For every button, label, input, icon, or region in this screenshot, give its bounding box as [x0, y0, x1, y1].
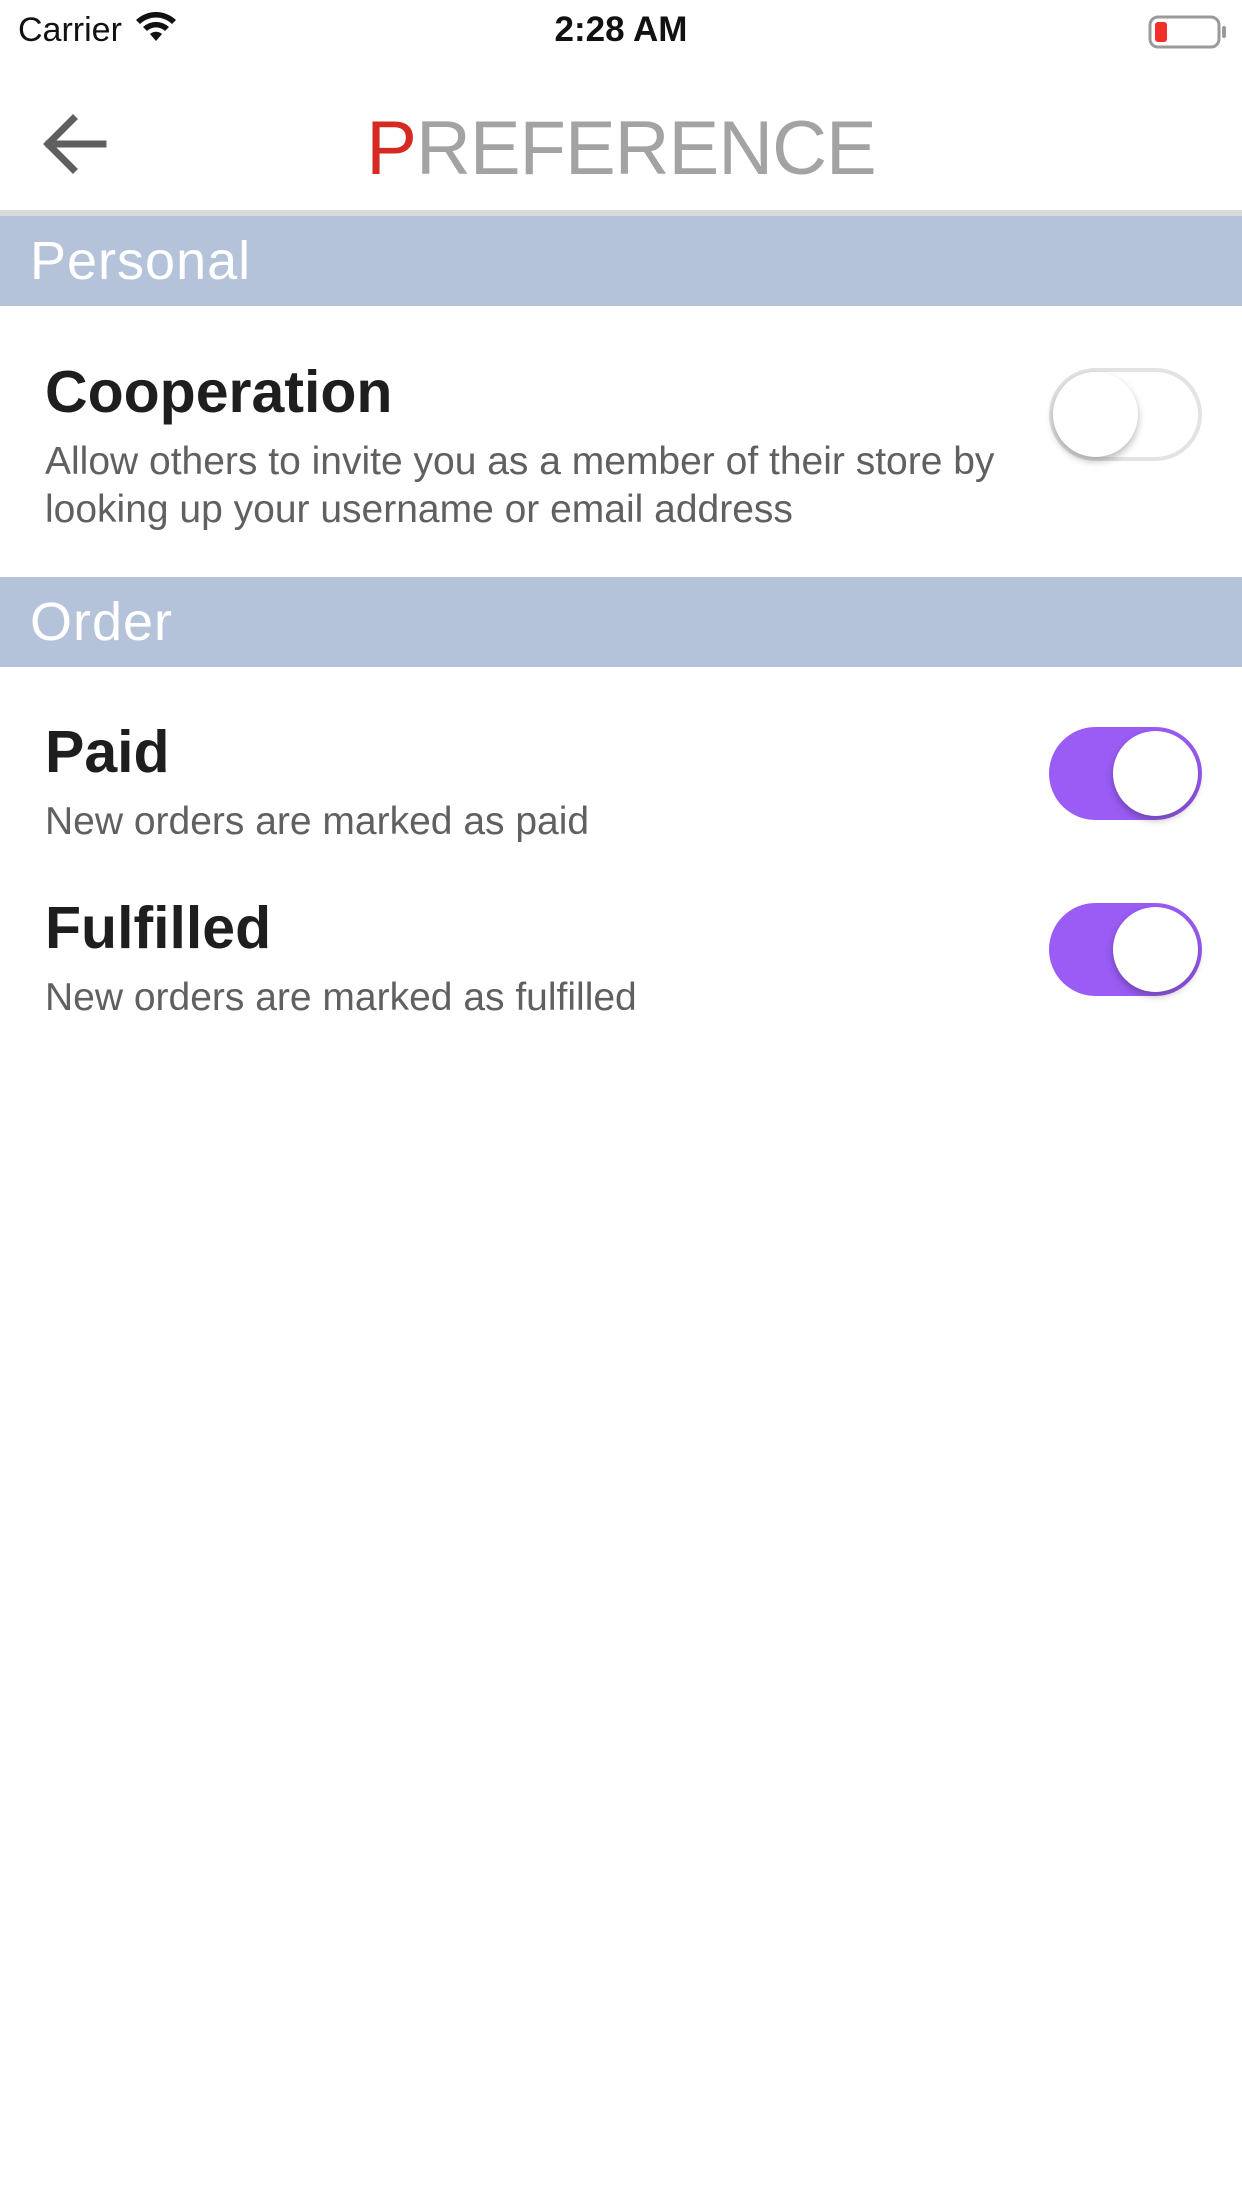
setting-description: Allow others to invite you as a member o…	[45, 440, 995, 531]
battery-low-icon	[1148, 15, 1226, 49]
setting-title: Fulfilled	[45, 895, 272, 961]
status-bar: Carrier 2:28 AM	[0, 0, 1242, 62]
setting-description: New orders are marked as fulfilled	[45, 976, 637, 1019]
toggle-knob	[1113, 907, 1198, 992]
toggle-knob	[1053, 372, 1138, 457]
nav-bar: PREFERENCE	[0, 62, 1242, 210]
toggle-knob	[1113, 731, 1198, 816]
section-label: Order	[30, 592, 174, 652]
paid-toggle[interactable]	[1049, 727, 1202, 820]
setting-row-fulfilled: Fulfilled New orders are marked as fulfi…	[0, 892, 1242, 1032]
fulfilled-toggle[interactable]	[1049, 903, 1202, 996]
setting-title: Paid	[45, 719, 170, 785]
setting-description: New orders are marked as paid	[45, 800, 590, 843]
page-title: PREFERENCE	[0, 104, 1242, 194]
section-header-order: Order	[0, 577, 1242, 667]
section-label: Personal	[30, 231, 252, 291]
page-title-rest: REFERENCE	[415, 106, 877, 191]
setting-title: Cooperation	[45, 359, 393, 425]
status-time: 2:28 AM	[554, 10, 688, 49]
setting-row-cooperation: Cooperation Allow others to invite you a…	[0, 356, 1242, 556]
cooperation-toggle[interactable]	[1049, 368, 1202, 461]
setting-row-paid: Paid New orders are marked as paid	[0, 716, 1242, 856]
section-header-personal: Personal	[0, 216, 1242, 306]
page-title-first-letter: P	[366, 106, 417, 191]
